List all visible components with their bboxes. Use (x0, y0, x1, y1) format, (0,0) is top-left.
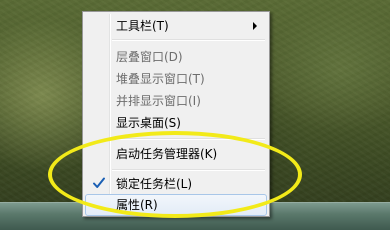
menu-item-label: 并排显示窗口(I) (116, 94, 201, 108)
menu-item-side-by-side-windows: 并排显示窗口(I) (85, 90, 267, 112)
menu-item-toolbars[interactable]: 工具栏(T) (85, 15, 267, 37)
menu-separator (112, 39, 265, 41)
menu-item-properties[interactable]: 属性(R) (85, 194, 267, 216)
menu-item-label: 显示桌面(S) (116, 116, 181, 130)
checkmark-icon (93, 177, 105, 188)
menu-separator (112, 169, 265, 171)
menu-item-label: 工具栏(T) (116, 19, 169, 33)
menu-item-lock-taskbar[interactable]: 锁定任务栏(L) (85, 173, 267, 195)
menu-item-label: 启动任务管理器(K) (116, 147, 218, 161)
menu-item-stack-windows: 堆叠显示窗口(T) (85, 68, 267, 90)
menu-item-label: 锁定任务栏(L) (116, 177, 193, 191)
menu-item-show-desktop[interactable]: 显示桌面(S) (85, 112, 267, 134)
menu-item-label: 层叠窗口(D) (116, 50, 183, 64)
menu-item-label: 属性(R) (116, 198, 158, 212)
menu-item-label: 堆叠显示窗口(T) (116, 72, 205, 86)
menu-separator (112, 138, 265, 140)
menu-item-cascade-windows: 层叠窗口(D) (85, 46, 267, 68)
desktop-screenshot: 工具栏(T) 层叠窗口(D) 堆叠显示窗口(T) 并排显示窗口(I) 显示桌面(… (0, 0, 390, 230)
taskbar-context-menu: 工具栏(T) 层叠窗口(D) 堆叠显示窗口(T) 并排显示窗口(I) 显示桌面(… (82, 11, 270, 217)
submenu-arrow-icon (253, 22, 257, 30)
menu-item-task-manager[interactable]: 启动任务管理器(K) (85, 143, 267, 165)
